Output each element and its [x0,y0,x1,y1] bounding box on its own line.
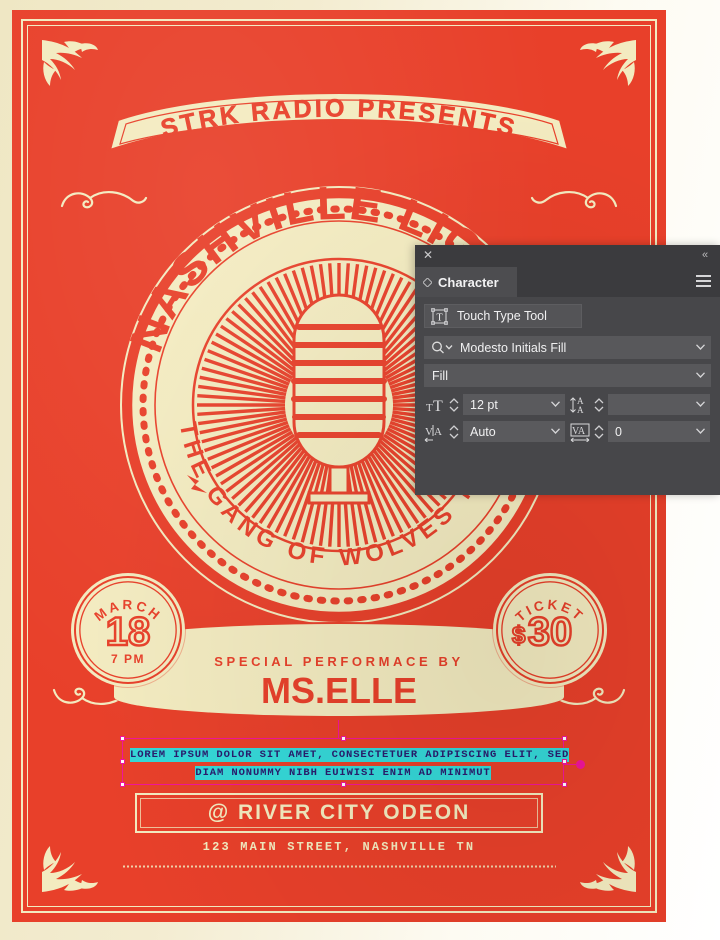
font-size-field[interactable]: 12 pt [463,394,565,415]
dotted-rule [122,865,556,868]
date-day: 18 [105,610,152,654]
panel-title-bar[interactable]: ✕ « [415,245,720,267]
date-time: 7 PM [110,652,145,666]
ticket-badge: TICKET $ 30 [496,576,604,684]
kerning-control[interactable]: V A Auto [424,421,565,442]
touch-type-tool-icon: T [431,307,448,325]
svg-text:T: T [426,402,433,414]
kerning-icon: V A [424,422,448,442]
touch-type-tool-label: Touch Type Tool [457,309,547,323]
panel-tab-row: Character [415,267,720,297]
svg-text:A: A [577,405,584,415]
leading-field[interactable] [608,394,710,415]
font-size-control[interactable]: T T 12 pt [424,394,565,415]
kerning-stepper[interactable] [448,422,460,442]
close-icon[interactable]: ✕ [421,248,435,262]
selection-handle[interactable] [120,736,125,741]
venue-name: @ RIVER CITY ODEON [207,801,471,824]
presents-ribbon: STRK RADIO PRESENTS [104,92,574,178]
venue-box: @ RIVER CITY ODEON [135,793,543,833]
venue-address: 123 MAIN STREET, NASHVILLE TN [202,840,476,854]
font-family-value: Modesto Initials Fill [460,340,567,355]
leading-control[interactable]: A A [569,394,710,415]
character-panel[interactable]: ✕ « Character T Touch Type Tool Modesto … [415,245,720,495]
ticket-price: 30 [527,610,574,654]
performer-label: SPECIAL PERFORMACE BY [214,654,464,669]
svg-text:T: T [433,398,443,415]
search-icon[interactable] [431,340,453,355]
selected-text-object[interactable]: LOREM IPSUM DOLOR SIT AMET, CONSECTETUER… [130,744,570,780]
leading-stepper[interactable] [593,395,605,415]
font-style-select[interactable]: Fill [424,364,711,387]
svg-text:A: A [434,426,442,438]
corner-ornament-icon [38,36,100,98]
selection-handle[interactable] [562,736,567,741]
chevron-down-icon[interactable] [696,428,705,434]
corner-ornament-icon [578,36,640,98]
panel-title: Character [438,274,499,290]
font-family-select[interactable]: Modesto Initials Fill [424,336,711,359]
performer-name: MS.ELLE [260,670,417,711]
selection-handle[interactable] [562,759,567,764]
selection-handle[interactable] [120,759,125,764]
kerning-field[interactable]: Auto [463,421,565,442]
chevron-down-icon[interactable] [696,372,705,378]
type-metrics-grid: T T 12 pt A A V A Auto VA 0 [424,394,711,442]
tab-character[interactable]: Character [415,267,517,297]
svg-text:V: V [425,426,433,438]
font-style-value: Fill [432,368,448,383]
leading-icon: A A [569,395,593,415]
tracking-control[interactable]: VA 0 [569,421,710,442]
body-text-line-2: DIAM NONUMMY NIBH EUIWISI ENIM AD MINIMU… [195,766,491,780]
hamburger-menu-icon[interactable] [696,275,711,288]
text-out-port[interactable] [576,760,585,769]
selection-handle[interactable] [341,736,346,741]
body-text-line-1: LOREM IPSUM DOLOR SIT AMET, CONSECTETUER… [130,748,570,762]
text-thread-line [338,720,339,738]
chevron-down-icon[interactable] [551,401,560,407]
font-size-stepper[interactable] [448,395,460,415]
chevron-down-icon[interactable] [696,344,705,350]
double-chevron-left-icon[interactable]: « [698,248,712,262]
chevron-down-icon[interactable] [696,401,705,407]
font-size-icon: T T [424,395,448,415]
tracking-value: 0 [615,424,622,439]
touch-type-tool-button[interactable]: T Touch Type Tool [424,304,582,328]
date-badge: MARCH 18 7 PM [74,576,182,684]
svg-text:T: T [436,312,442,323]
svg-text:VA: VA [572,426,586,437]
selection-handle[interactable] [562,782,567,787]
diamond-icon [423,277,432,287]
chevron-down-icon[interactable] [551,428,560,434]
selection-handle[interactable] [120,782,125,787]
tracking-stepper[interactable] [593,422,605,442]
font-size-value: 12 pt [470,397,498,412]
tracking-icon: VA [569,422,593,442]
selection-handle[interactable] [341,782,346,787]
kerning-value: Auto [470,424,496,439]
tracking-field[interactable]: 0 [608,421,710,442]
